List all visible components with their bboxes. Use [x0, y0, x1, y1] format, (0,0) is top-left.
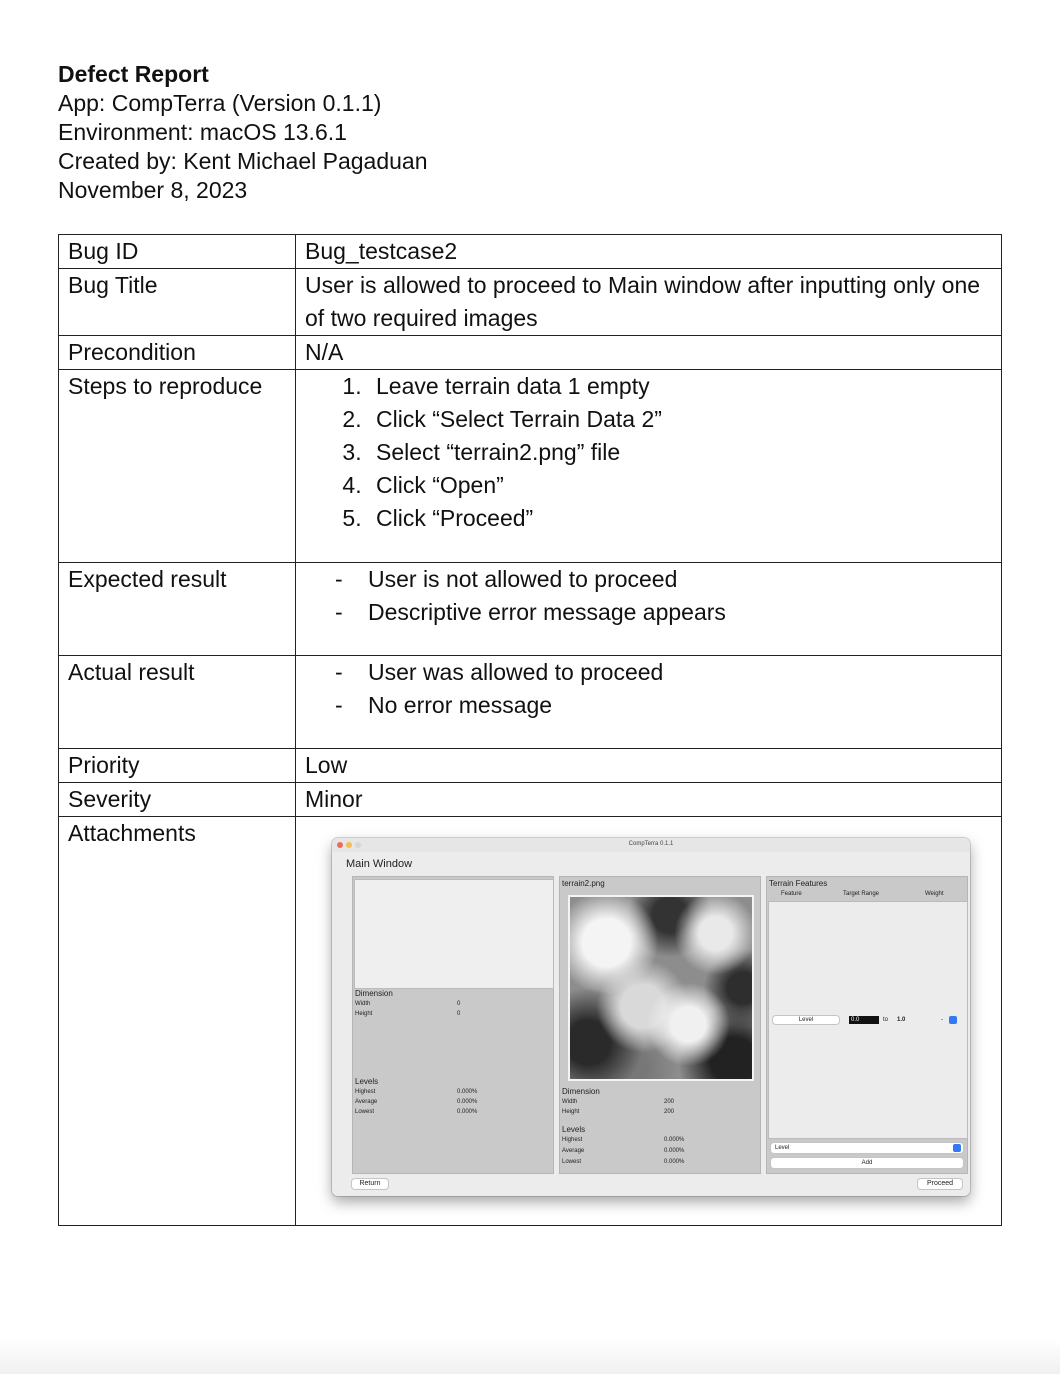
height-label: Height — [355, 1011, 373, 1017]
highest-label: Highest — [562, 1137, 583, 1143]
average-value: 0.000% — [664, 1148, 685, 1154]
expected-item: User is not allowed to proceed — [335, 563, 992, 596]
feature-level-field[interactable]: Level — [773, 1016, 839, 1024]
row-bug-title: Bug Title User is allowed to proceed to … — [58, 268, 1002, 336]
width-label: Width — [562, 1099, 578, 1105]
steps-label: Steps to reproduce — [58, 369, 296, 563]
steps-list: Leave terrain data 1 empty Click “Select… — [305, 370, 992, 557]
date-line: November 8, 2023 — [58, 177, 248, 203]
actual-item: User was allowed to proceed — [335, 656, 992, 689]
bug-id-value: Bug_testcase2 — [295, 234, 1002, 269]
lowest-label: Lowest — [562, 1159, 582, 1165]
dimension-title: Dimension — [562, 1087, 600, 1096]
actual-cell: User was allowed to proceed No error mes… — [295, 655, 1002, 749]
weight-select-value[interactable]: - — [941, 1017, 943, 1023]
width-value: 0 — [457, 1001, 461, 1007]
step-item: Click “Open” — [368, 469, 992, 502]
terrain2-panel: terrain2.png Dimension Width 200 Height … — [559, 876, 761, 1174]
range-to-input[interactable]: 1.0 — [897, 1017, 905, 1023]
terrain2-filename: terrain2.png — [562, 879, 605, 888]
width-value: 200 — [664, 1099, 675, 1105]
expected-cell: User is not allowed to proceed Descripti… — [295, 562, 1002, 656]
lowest-label: Lowest — [355, 1109, 375, 1115]
col-feature-header: Feature — [781, 891, 802, 897]
environment-line: Environment: macOS 13.6.1 — [58, 119, 347, 145]
row-steps: Steps to reproduce Leave terrain data 1 … — [58, 369, 1002, 563]
row-severity: Severity Minor — [58, 782, 1002, 817]
terrain1-image-empty — [354, 879, 554, 989]
page-bottom-edge — [0, 1340, 1060, 1374]
created-by-line: Created by: Kent Michael Pagaduan — [58, 148, 428, 174]
col-target-header: Target Range — [843, 891, 880, 897]
priority-value: Low — [295, 748, 1002, 783]
expected-label: Expected result — [58, 562, 296, 656]
height-label: Height — [562, 1109, 580, 1115]
precondition-value: N/A — [295, 335, 1002, 370]
actual-label: Actual result — [58, 655, 296, 749]
row-precondition: Precondition N/A — [58, 335, 1002, 370]
terrain2-heightmap-image — [568, 895, 754, 1081]
highest-value: 0.000% — [664, 1137, 685, 1143]
average-value: 0.000% — [457, 1099, 478, 1105]
expected-list: User is not allowed to proceed Descripti… — [305, 563, 992, 651]
height-value: 0 — [457, 1011, 461, 1017]
severity-label: Severity — [58, 782, 296, 817]
step-item: Click “Select Terrain Data 2” — [368, 403, 992, 436]
col-weight-header: Weight — [925, 891, 944, 897]
row-actual: Actual result User was allowed to procee… — [58, 655, 1002, 749]
dimension-title: Dimension — [355, 989, 393, 998]
steps-cell: Leave terrain data 1 empty Click “Select… — [295, 369, 1002, 563]
return-button[interactable]: Return — [352, 1179, 388, 1189]
step-item: Select “terrain2.png” file — [368, 436, 992, 469]
actual-item: No error message — [335, 689, 992, 722]
expected-item: Descriptive error message appears — [335, 596, 992, 629]
step-item: Leave terrain data 1 empty — [368, 370, 992, 403]
highest-label: Highest — [355, 1089, 376, 1095]
terrain-features-panel: Terrain Features Feature Target Range We… — [766, 876, 968, 1174]
range-from-input[interactable]: 0.0 — [849, 1016, 879, 1024]
terrain-features-title: Terrain Features — [769, 879, 828, 888]
main-window-label: Main Window — [346, 858, 413, 870]
bug-title-label: Bug Title — [58, 268, 296, 336]
app-line: App: CompTerra (Version 0.1.1) — [58, 90, 382, 116]
average-label: Average — [562, 1148, 585, 1154]
row-expected: Expected result User is not allowed to p… — [58, 562, 1002, 656]
height-value: 200 — [664, 1109, 675, 1115]
row-bug-id: Bug ID Bug_testcase2 — [58, 234, 1002, 269]
levels-title: Levels — [355, 1077, 379, 1086]
highest-value: 0.000% — [457, 1089, 478, 1095]
priority-label: Priority — [58, 748, 296, 783]
select-chevron-icon — [953, 1144, 961, 1152]
bug-id-label: Bug ID — [58, 234, 296, 269]
attachments-label: Attachments — [58, 816, 296, 1226]
terrain1-panel: Dimension Width 0 Height 0 Levels Highes… — [352, 876, 554, 1174]
levels-title: Levels — [562, 1125, 586, 1134]
attachment-screenshot: CompTerra 0.1.1 Main Window Dimension Wi… — [332, 838, 970, 1196]
width-label: Width — [355, 1001, 371, 1007]
step-item: Click “Proceed” — [368, 502, 992, 535]
bug-title-value: User is allowed to proceed to Main windo… — [295, 268, 1002, 336]
window-titlebar: CompTerra 0.1.1 — [332, 838, 970, 852]
features-list: Level 0.0 to 1.0 - — [768, 901, 968, 1139]
range-to-label: to — [883, 1017, 889, 1023]
average-label: Average — [355, 1099, 378, 1105]
report-title: Defect Report — [58, 61, 209, 87]
proceed-button[interactable]: Proceed — [918, 1179, 962, 1189]
feature-type-select-value: Level — [775, 1145, 790, 1151]
lowest-value: 0.000% — [457, 1109, 478, 1115]
lowest-value: 0.000% — [664, 1159, 685, 1165]
window-title: CompTerra 0.1.1 — [628, 841, 674, 847]
weight-dropdown-icon[interactable] — [949, 1016, 957, 1024]
report-header: Defect Report App: CompTerra (Version 0.… — [58, 60, 428, 205]
add-button[interactable]: Add — [771, 1158, 963, 1168]
row-priority: Priority Low — [58, 748, 1002, 783]
actual-list: User was allowed to proceed No error mes… — [305, 656, 992, 744]
precondition-label: Precondition — [58, 335, 296, 370]
severity-value: Minor — [295, 782, 1002, 817]
feature-type-select[interactable]: Level — [771, 1143, 963, 1153]
